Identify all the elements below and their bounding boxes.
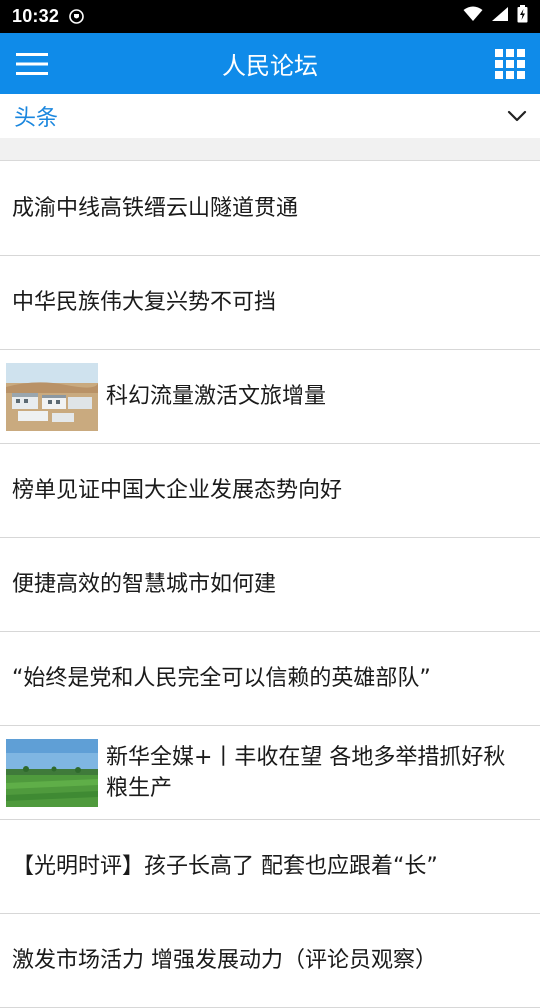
news-title: 榜单见证中国大企业发展态势向好: [12, 478, 343, 503]
news-item[interactable]: 新华全媒+丨丰收在望 各地多举措抓好秋粮生产: [0, 726, 540, 820]
category-tab-selected[interactable]: 头条: [14, 100, 58, 132]
wifi-icon: [463, 6, 483, 27]
news-item[interactable]: 科幻流量激活文旅增量: [0, 350, 540, 444]
grid-apps-icon: [495, 49, 525, 79]
vpn-icon: [69, 9, 84, 24]
news-thumbnail: [6, 738, 98, 807]
news-thumbnail: [6, 362, 98, 431]
news-list: 成渝中线高铁缙云山隧道贯通 中华民族伟大复兴势不可挡 科幻流量激活文旅增量 榜单…: [0, 162, 540, 1008]
battery-icon: [517, 5, 528, 28]
news-title: 中华民族伟大复兴势不可挡: [12, 290, 277, 315]
hamburger-menu-icon: [16, 53, 48, 75]
news-item[interactable]: 便捷高效的智慧城市如何建: [0, 538, 540, 632]
news-item[interactable]: “始终是党和人民完全可以信赖的英雄部队”: [0, 632, 540, 726]
chevron-down-icon: [507, 110, 527, 122]
news-item[interactable]: 【光明时评】孩子长高了 配套也应跟着“长”: [0, 820, 540, 914]
list-top-divider: [0, 138, 540, 161]
news-title: 新华全媒+丨丰收在望 各地多举措抓好秋粮生产: [106, 744, 506, 801]
news-title: 激发市场活力 增强发展动力（评论员观察）: [12, 948, 437, 973]
news-title: 科幻流量激活文旅增量: [106, 384, 327, 409]
status-time: 10:32: [12, 6, 60, 26]
grid-apps-button[interactable]: [492, 46, 528, 82]
status-bar: 10:32: [0, 0, 540, 33]
category-dropdown-button[interactable]: [500, 102, 534, 130]
news-item[interactable]: 激发市场活力 增强发展动力（评论员观察）: [0, 914, 540, 1008]
menu-button[interactable]: [12, 47, 52, 81]
news-title: “始终是党和人民完全可以信赖的英雄部队”: [12, 666, 431, 691]
news-item[interactable]: 成渝中线高铁缙云山隧道贯通: [0, 162, 540, 256]
app-title: 人民论坛: [222, 52, 318, 80]
category-bar: 头条: [0, 94, 540, 138]
news-item[interactable]: 榜单见证中国大企业发展态势向好: [0, 444, 540, 538]
cell-signal-icon: [491, 6, 509, 27]
news-title: 便捷高效的智慧城市如何建: [12, 572, 277, 597]
news-title: 成渝中线高铁缙云山隧道贯通: [12, 196, 299, 221]
app-bar: 人民论坛: [0, 33, 540, 94]
news-item[interactable]: 中华民族伟大复兴势不可挡: [0, 256, 540, 350]
news-title: 【光明时评】孩子长高了 配套也应跟着“长”: [12, 854, 438, 879]
